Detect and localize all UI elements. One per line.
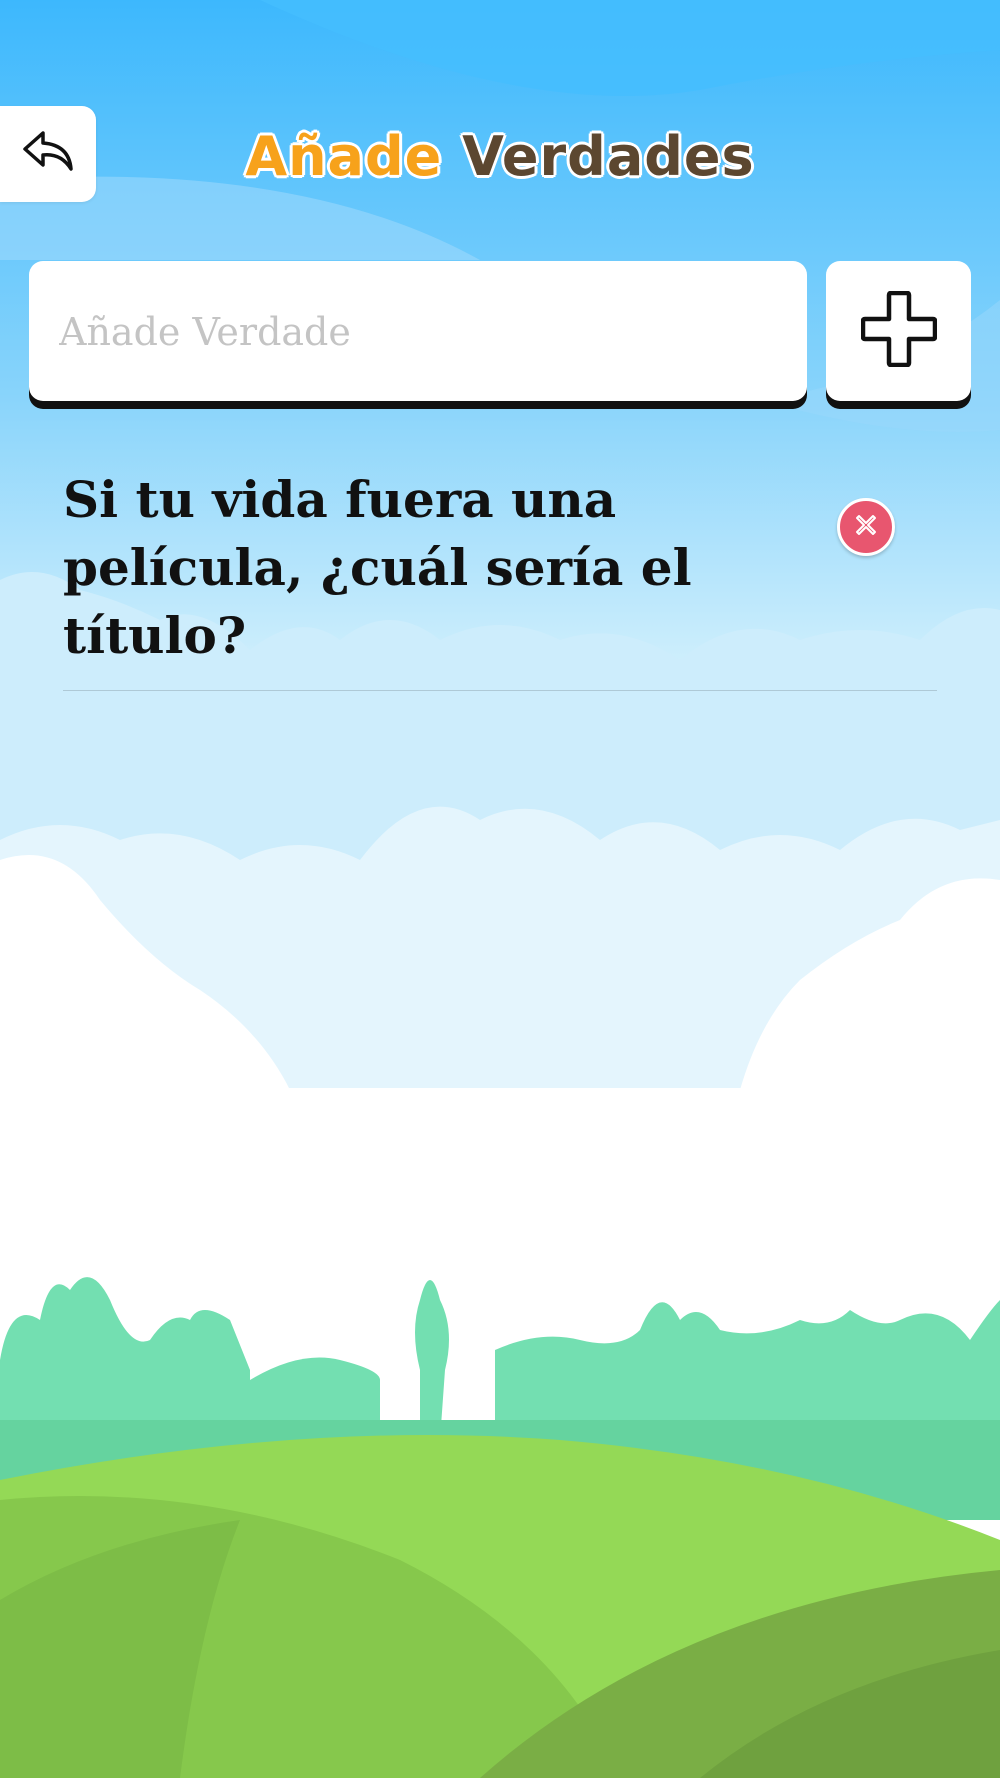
- add-button[interactable]: [826, 261, 971, 401]
- delete-button[interactable]: [837, 498, 895, 556]
- add-truth-field[interactable]: [29, 261, 807, 403]
- close-circle-icon: [851, 510, 881, 544]
- add-truth-input[interactable]: [57, 261, 781, 403]
- title-part-2: Verdades: [462, 125, 755, 188]
- list-item: Si tu vida fuera una película, ¿cuál ser…: [63, 462, 937, 691]
- truth-text: Si tu vida fuera una película, ¿cuál ser…: [63, 470, 692, 665]
- plus-icon: [860, 290, 937, 371]
- title-part-1: Añade: [245, 125, 443, 188]
- page-title: Añade Verdades: [0, 122, 1000, 192]
- truth-list: Si tu vida fuera una película, ¿cuál ser…: [63, 462, 937, 691]
